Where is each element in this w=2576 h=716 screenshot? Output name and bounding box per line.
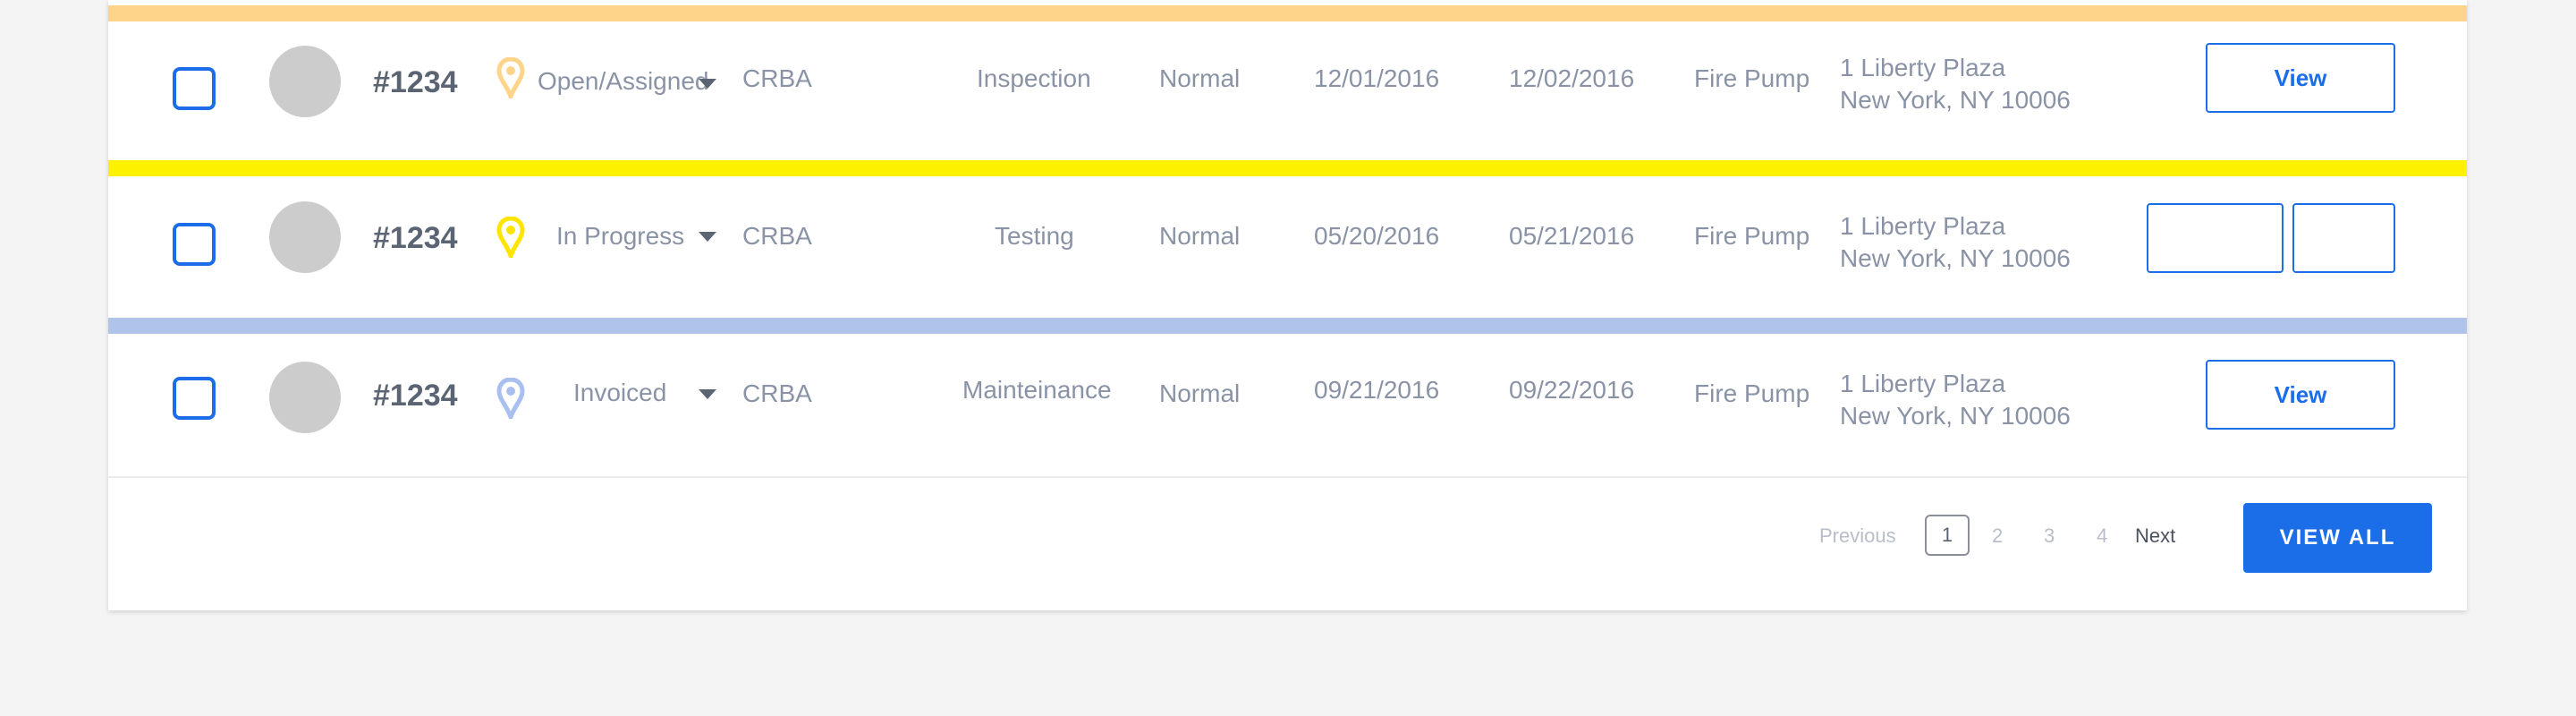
address: 1 Liberty Plaza New York, NY 10006 — [1840, 210, 2071, 275]
action-button-primary[interactable] — [2147, 203, 2284, 273]
equipment: Fire Pump — [1694, 222, 1810, 250]
end-date: 09/22/2016 — [1509, 376, 1635, 404]
company: CRBA — [742, 379, 812, 407]
map-pin-icon — [496, 217, 525, 258]
job-type: Mainteinance — [962, 376, 1112, 404]
row-checkbox[interactable] — [173, 223, 216, 266]
view-button[interactable]: View — [2206, 43, 2395, 113]
address-line-1: 1 Liberty Plaza — [1840, 212, 2006, 240]
job-type: Inspection — [977, 64, 1091, 92]
pagination-page[interactable]: 3 — [2044, 524, 2055, 548]
address: 1 Liberty Plaza New York, NY 10006 — [1840, 368, 2071, 432]
pagination-page[interactable]: 4 — [2097, 524, 2107, 548]
work-orders-card: #1234 Open/Assigned CRBA Inspection Norm… — [108, 0, 2467, 610]
view-all-button[interactable]: VIEW ALL — [2243, 503, 2432, 573]
pagination-page[interactable]: 2 — [1992, 524, 2003, 548]
address-line-2: New York, NY 10006 — [1840, 244, 2071, 272]
address-line-2: New York, NY 10006 — [1840, 402, 2071, 430]
table-row: #1234 Invoiced CRBA Mainteinance Normal … — [108, 318, 2467, 475]
address-line-1: 1 Liberty Plaza — [1840, 54, 2006, 81]
status-stripe — [108, 160, 2467, 176]
pagination-page-current[interactable]: 1 — [1925, 515, 1970, 556]
ticket-number: #1234 — [373, 65, 458, 99]
address: 1 Liberty Plaza New York, NY 10006 — [1840, 52, 2071, 116]
company: CRBA — [742, 64, 812, 92]
view-button[interactable]: View — [2206, 360, 2395, 430]
address-line-2: New York, NY 10006 — [1840, 86, 2071, 114]
status-dropdown-caret-icon[interactable] — [699, 389, 716, 399]
avatar — [269, 201, 341, 273]
row-checkbox[interactable] — [173, 377, 216, 420]
avatar — [269, 46, 341, 117]
start-date: 12/01/2016 — [1314, 64, 1440, 92]
pagination-previous[interactable]: Previous — [1819, 524, 1896, 548]
ticket-number: #1234 — [373, 379, 458, 413]
status-label: In Progress — [556, 222, 685, 250]
equipment: Fire Pump — [1694, 379, 1810, 407]
address-line-1: 1 Liberty Plaza — [1840, 370, 2006, 397]
priority: Normal — [1159, 222, 1241, 250]
status-dropdown-caret-icon[interactable] — [699, 232, 716, 242]
status-dropdown-caret-icon[interactable] — [699, 79, 716, 89]
status-label: Open/Assigned — [538, 67, 709, 95]
table-row: #1234 Open/Assigned CRBA Inspection Norm… — [108, 5, 2467, 163]
status-stripe — [108, 5, 2467, 21]
start-date: 05/20/2016 — [1314, 222, 1440, 250]
start-date: 09/21/2016 — [1314, 376, 1440, 404]
table-divider — [108, 476, 2467, 478]
job-type: Testing — [995, 222, 1074, 250]
end-date: 05/21/2016 — [1509, 222, 1635, 250]
equipment: Fire Pump — [1694, 64, 1810, 92]
table-row: #1234 In Progress CRBA Testing Normal 05… — [108, 160, 2467, 318]
end-date: 12/02/2016 — [1509, 64, 1635, 92]
status-stripe — [108, 318, 2467, 334]
row-checkbox[interactable] — [173, 67, 216, 110]
priority: Normal — [1159, 64, 1241, 92]
company: CRBA — [742, 222, 812, 250]
pagination-next[interactable]: Next — [2135, 524, 2175, 548]
priority: Normal — [1159, 379, 1241, 407]
avatar — [269, 362, 341, 433]
action-button-secondary[interactable] — [2292, 203, 2395, 273]
status-label: Invoiced — [573, 379, 667, 406]
ticket-number: #1234 — [373, 221, 458, 255]
map-pin-icon — [496, 378, 525, 419]
map-pin-icon — [496, 57, 525, 98]
